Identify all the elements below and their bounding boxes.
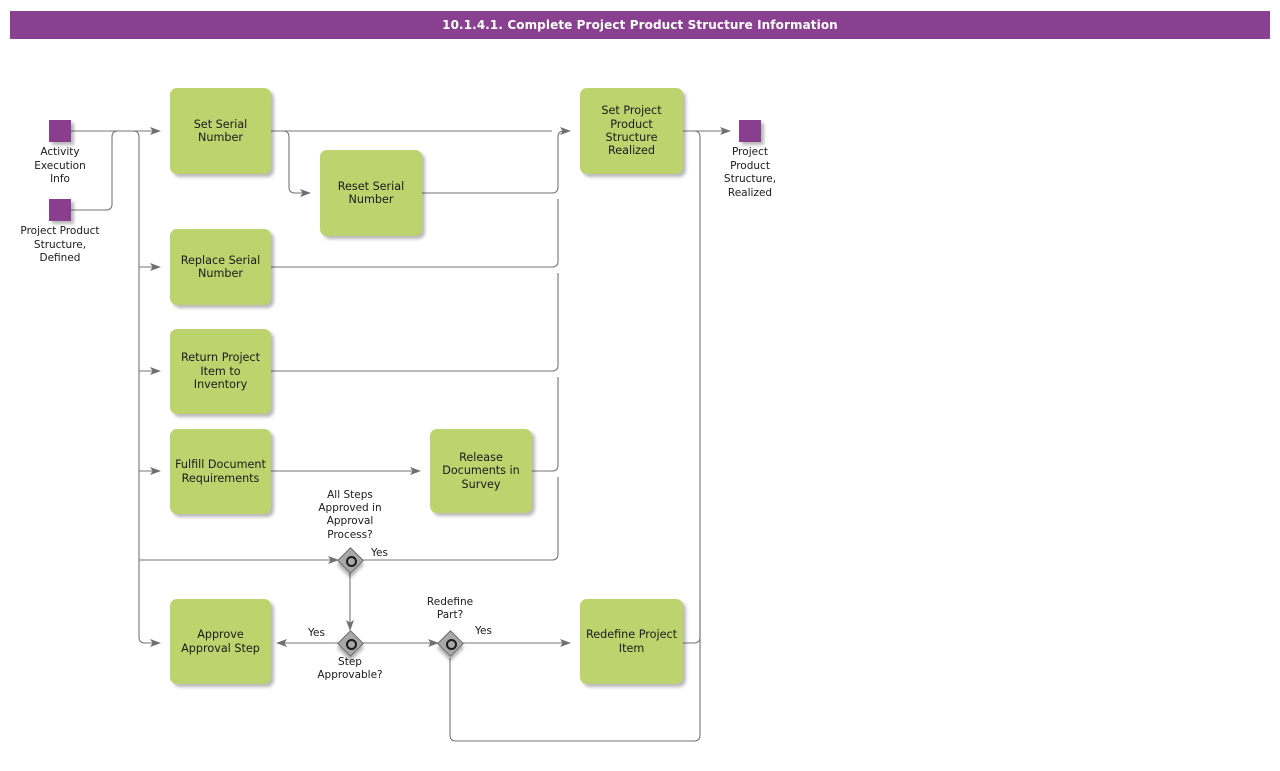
- activity-label: Return Project Item to Inventory: [181, 351, 260, 392]
- activity-label: Fulfill Document Requirements: [175, 458, 266, 485]
- start-node-label: Activity Execution Info: [34, 146, 86, 185]
- edge-label-step-approvable-yes: Yes: [308, 627, 325, 639]
- activity-fulfill-document-requirements[interactable]: Fulfill Document Requirements: [170, 429, 271, 514]
- decision-ring-icon: [346, 639, 357, 650]
- activity-approve-approval-step[interactable]: Approve Approval Step: [170, 599, 271, 684]
- start-node-project-product-structure-defined[interactable]: Project Product Structure, Defined: [20, 199, 100, 264]
- terminal-square-icon: [49, 199, 71, 221]
- terminal-square-icon: [739, 120, 761, 142]
- decision-all-steps-approved[interactable]: [337, 547, 368, 578]
- activity-label: Release Documents in Survey: [442, 450, 520, 491]
- activity-replace-serial-number[interactable]: Replace Serial Number: [170, 229, 271, 305]
- end-node-project-product-structure-realized[interactable]: Project Product Structure, Realized: [724, 120, 776, 199]
- activity-release-documents-in-survey[interactable]: Release Documents in Survey: [430, 429, 532, 513]
- decision-label-all-steps-approved: All Steps Approved in Approval Process?: [318, 489, 382, 541]
- edge-label-all-steps-approved-yes: Yes: [371, 547, 388, 559]
- activity-label: Set Serial Number: [193, 117, 248, 144]
- diagram-canvas: 10.1.4.1. Complete Project Product Struc…: [0, 0, 1280, 771]
- terminal-square-icon: [49, 120, 71, 142]
- decision-label-redefine-part: Redefine Part?: [426, 596, 474, 622]
- activity-label: Approve Approval Step: [181, 628, 260, 655]
- decision-label-step-approvable: Step Approvable?: [317, 656, 383, 682]
- activity-redefine-project-item[interactable]: Redefine Project Item: [580, 599, 683, 684]
- decision-redefine-part[interactable]: [437, 630, 468, 661]
- page-title: 10.1.4.1. Complete Project Product Struc…: [442, 18, 838, 32]
- activity-set-project-product-structure-realized[interactable]: Set Project Product Structure Realized: [580, 88, 683, 174]
- decision-ring-icon: [346, 556, 357, 567]
- end-node-label: Project Product Structure, Realized: [723, 146, 777, 199]
- activity-label: Set Project Product Structure Realized: [601, 104, 662, 158]
- decision-ring-icon: [446, 639, 457, 650]
- activity-label: Reset Serial Number: [337, 179, 405, 206]
- activity-label: Replace Serial Number: [180, 253, 261, 280]
- diagram-header-bar: 10.1.4.1. Complete Project Product Struc…: [10, 11, 1270, 39]
- activity-set-serial-number[interactable]: Set Serial Number: [170, 88, 271, 174]
- edge-label-redefine-part-yes: Yes: [475, 625, 492, 637]
- activity-reset-serial-number[interactable]: Reset Serial Number: [320, 150, 422, 236]
- activity-label: Redefine Project Item: [586, 628, 677, 655]
- start-node-label: Project Product Structure, Defined: [20, 225, 100, 264]
- activity-return-project-item-to-inventory[interactable]: Return Project Item to Inventory: [170, 329, 271, 414]
- start-node-activity-execution-info[interactable]: Activity Execution Info: [34, 120, 86, 185]
